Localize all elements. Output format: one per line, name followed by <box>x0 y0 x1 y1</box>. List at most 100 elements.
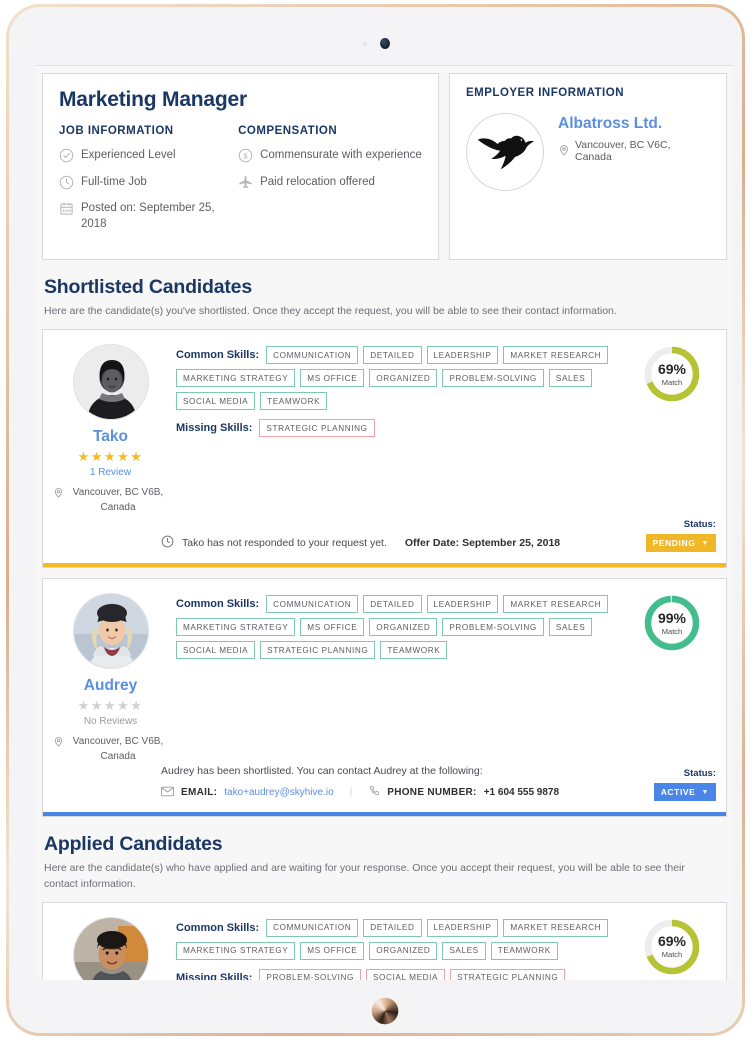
home-button[interactable] <box>366 992 404 1030</box>
candidate-card-samuel[interactable]: Samuel ★★★★★ Common Skills: COMMUNICATIO… <box>42 901 727 980</box>
phone-icon <box>368 785 380 800</box>
candidate-profile: Audrey ★★★★★ No Reviews Vancouver, BC V6… <box>53 591 168 764</box>
star-icon: ★ <box>103 698 118 714</box>
employer-information-card: EMPLOYER INFORMATION Albatross Ltd. Vanc… <box>449 73 727 261</box>
location-pin-icon <box>53 487 64 504</box>
status-message: Tako has not responded to your request y… <box>182 537 387 550</box>
skill-chip: LEADERSHIP <box>426 346 499 365</box>
chevron-down-icon: ▼ <box>701 539 709 547</box>
star-icon: ★ <box>77 449 91 465</box>
match-score: 99% Match <box>628 591 716 764</box>
phone-label: PHONE NUMBER: <box>387 787 477 799</box>
common-skills-row: Common Skills: COMMUNICATION DETAILED LE… <box>176 595 628 660</box>
skill-chip: ORGANIZED <box>369 369 438 388</box>
skill-chip: SALES <box>548 369 593 388</box>
candidate-skills: Common Skills: COMMUNICATION DETAILED LE… <box>168 591 628 764</box>
missing-skill-chip: STRATEGIC PLANNING <box>450 968 566 980</box>
skill-chip: MARKET RESEARCH <box>503 346 609 365</box>
match-ring: 99% Match <box>642 593 702 653</box>
candidate-status-row: Tako has not responded to your request y… <box>43 515 726 563</box>
candidate-name[interactable]: Audrey <box>84 677 137 695</box>
common-skills-label: Common Skills: <box>176 598 260 611</box>
employer-location-text: Vancouver, BC V6C, Canada <box>575 139 671 163</box>
candidate-profile: Tako ★★★★★ 1 Review Vancouver, BC V6B, C… <box>53 342 168 515</box>
job-information-card: Marketing Manager JOB INFORMATION Experi… <box>42 73 439 261</box>
location-pin-icon <box>558 144 570 159</box>
employer-name[interactable]: Albatross Ltd. <box>558 115 710 133</box>
star-icon: ★ <box>90 449 104 465</box>
common-skills-label: Common Skills: <box>176 921 260 934</box>
match-label: Match <box>661 626 683 636</box>
compensation-column: COMPENSATION $ Commensurate with experie… <box>238 125 422 243</box>
missing-skill-chip: PROBLEM-SOLVING <box>259 968 361 980</box>
skill-chip: TEAMWORK <box>260 392 328 411</box>
common-skills-label: Common Skills: <box>176 349 260 362</box>
match-score: 69% Match <box>628 342 716 515</box>
skill-chip: ORGANIZED <box>369 941 438 960</box>
check-circle-icon <box>59 148 74 163</box>
status-badge-pending[interactable]: PENDING ▼ <box>645 534 716 553</box>
avatar <box>72 344 149 421</box>
location-pin-icon <box>53 736 64 753</box>
candidate-card-audrey[interactable]: Audrey ★★★★★ No Reviews Vancouver, BC V6… <box>42 578 727 818</box>
avatar <box>72 593 149 670</box>
status-badge-text: ACTIVE <box>660 787 696 798</box>
albatross-bird-logo-icon <box>466 113 544 191</box>
skill-chip: MARKETING STRATEGY <box>176 618 296 637</box>
match-percent: 69% <box>657 360 687 377</box>
skill-chip: LEADERSHIP <box>426 595 499 614</box>
job-info-posted-date: Posted on: September 25, 2018 <box>59 201 238 232</box>
status-badge-active[interactable]: ACTIVE ▼ <box>653 783 716 802</box>
skill-chip: MS OFFICE <box>300 941 365 960</box>
candidate-card-tako[interactable]: Tako ★★★★★ 1 Review Vancouver, BC V6B, C… <box>42 329 727 569</box>
tablet-bezel: Marketing Manager JOB INFORMATION Experi… <box>9 7 742 1033</box>
match-percent: 69% <box>657 933 687 950</box>
compensation-text: Paid relocation offered <box>260 175 375 188</box>
missing-skills-row: Missing Skills: STRATEGIC PLANNING <box>176 419 628 438</box>
missing-skills-label: Missing Skills: <box>176 971 253 980</box>
skill-chip: COMMUNICATION <box>266 346 359 365</box>
contact-intro: Audrey has been shortlisted. You can con… <box>161 765 483 778</box>
job-information-heading: JOB INFORMATION <box>59 125 174 137</box>
skill-chip: MARKETING STRATEGY <box>176 941 296 960</box>
skill-chip: TEAMWORK <box>490 941 558 960</box>
missing-skill-chip: SOCIAL MEDIA <box>365 968 446 980</box>
airplane-icon <box>238 175 253 190</box>
shortlisted-section: Shortlisted Candidates Here are the cand… <box>36 260 733 319</box>
candidate-skills: Common Skills: COMMUNICATION DETAILED LE… <box>168 915 628 980</box>
applied-title: Applied Candidates <box>44 833 223 856</box>
rating-stars: ★★★★★ <box>78 450 144 463</box>
star-icon: ★ <box>90 698 104 714</box>
candidate-status-row: Audrey has been shortlisted. You can con… <box>43 764 726 812</box>
missing-skill-chip: STRATEGIC PLANNING <box>259 419 375 438</box>
star-icon: ★ <box>117 698 131 714</box>
skill-chip: MARKET RESEARCH <box>503 595 609 614</box>
rating-stars: ★★★★★ <box>78 699 144 712</box>
candidate-profile: Samuel ★★★★★ <box>53 915 168 980</box>
tablet-frame: Marketing Manager JOB INFORMATION Experi… <box>6 4 745 1036</box>
job-info-text: Full-time Job <box>81 175 147 188</box>
skill-chip: SOCIAL MEDIA <box>176 641 256 660</box>
review-count: No Reviews <box>83 716 138 728</box>
card-accent-bar <box>43 563 726 568</box>
skill-chip: SALES <box>442 941 486 960</box>
chevron-down-icon: ▼ <box>701 788 709 796</box>
status-message-line: Tako has not responded to your request y… <box>161 535 646 551</box>
star-icon: ★ <box>130 449 144 465</box>
shortlisted-subtitle: Here are the candidate(s) you've shortli… <box>44 305 617 318</box>
star-icon: ★ <box>117 449 131 465</box>
job-info-text: Posted on: September 25, 2018 <box>81 202 215 230</box>
email-value[interactable]: tako+audrey@skyhive.io <box>224 787 333 798</box>
skill-chip: ORGANIZED <box>369 618 438 637</box>
skill-chip: MS OFFICE <box>300 618 365 637</box>
review-count-link[interactable]: 1 Review <box>90 467 131 478</box>
match-label: Match <box>661 950 683 960</box>
candidate-name[interactable]: Tako <box>93 428 128 446</box>
compensation-text: Commensurate with experience <box>260 149 422 161</box>
email-label: EMAIL: <box>181 787 218 799</box>
skill-chip: MARKET RESEARCH <box>503 918 609 937</box>
offer-date: Offer Date: September 25, 2018 <box>404 537 561 550</box>
shortlisted-title: Shortlisted Candidates <box>44 276 252 299</box>
skill-chip: PROBLEM-SOLVING <box>442 369 544 388</box>
status-label: Status: <box>683 519 716 531</box>
